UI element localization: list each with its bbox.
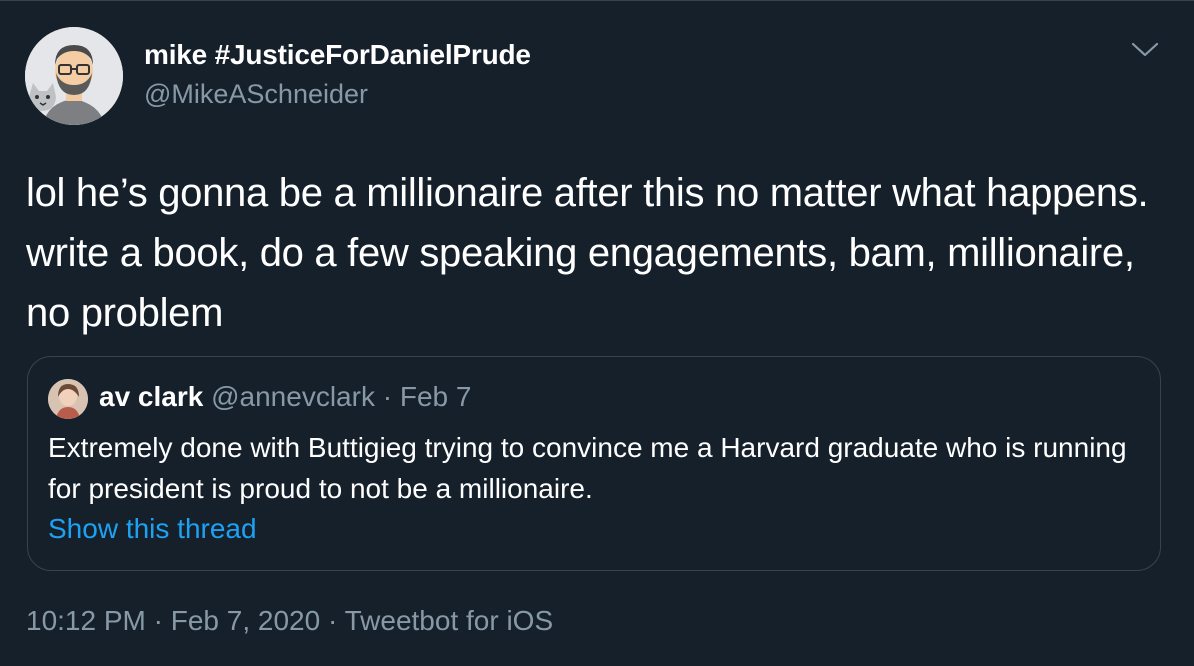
tweet-date[interactable]: Feb 7, 2020 [171, 605, 320, 636]
author-avatar[interactable] [25, 27, 123, 125]
quoted-separator: · [382, 381, 393, 412]
tweet-source[interactable]: Tweetbot for iOS [345, 605, 554, 636]
cartoon-avatar-icon [25, 27, 123, 125]
tweet-meta: 10:12 PM · Feb 7, 2020 · Tweetbot for iO… [26, 605, 553, 637]
quoted-header: av clark @annevclark · Feb 7 [99, 381, 471, 413]
tweet-text: lol he’s gonna be a millionaire after th… [26, 171, 1149, 335]
author-handle[interactable]: @MikeASchneider [144, 79, 368, 110]
tweet-time[interactable]: 10:12 PM [26, 605, 146, 636]
quoted-author-avatar[interactable] [48, 379, 88, 419]
quoted-date[interactable]: Feb 7 [400, 381, 472, 412]
quoted-handle[interactable]: @annevclark [211, 381, 375, 412]
quoted-tweet[interactable]: av clark @annevclark · Feb 7 Extremely d… [27, 356, 1161, 571]
tweet-card: mike #JusticeForDanielPrude @MikeASchnei… [0, 0, 1194, 666]
quoted-text: Extremely done with Buttigieg trying to … [48, 432, 1127, 504]
meta-separator: · [153, 605, 163, 636]
photo-avatar-icon [48, 379, 88, 419]
author-display-name[interactable]: mike #JusticeForDanielPrude [144, 39, 531, 71]
show-thread-link[interactable]: Show this thread [48, 513, 257, 545]
chevron-down-icon[interactable] [1128, 39, 1162, 61]
quoted-display-name[interactable]: av clark [99, 381, 203, 412]
meta-separator: · [327, 605, 338, 636]
